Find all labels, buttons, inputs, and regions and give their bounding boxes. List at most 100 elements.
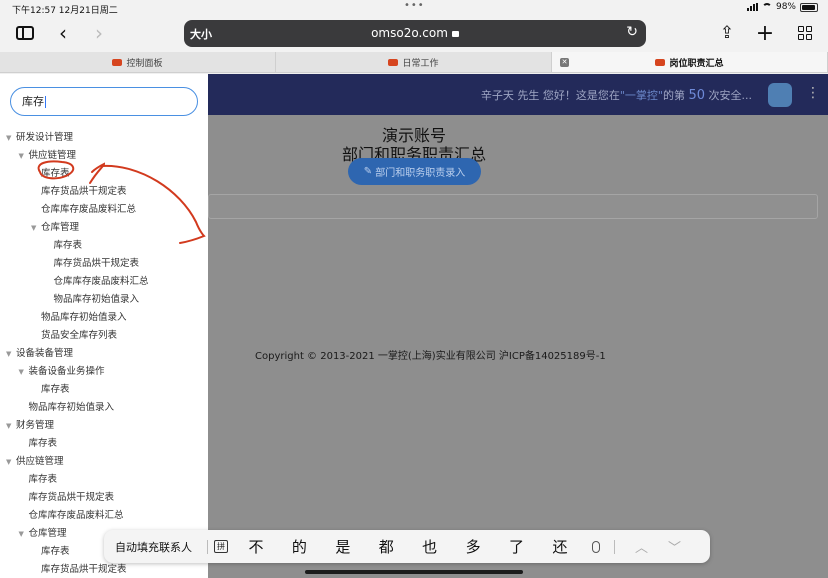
tree-node-label: 仓库库存废品废料汇总 [53, 276, 149, 287]
tree-node-label: 库存表 [28, 438, 58, 449]
tree-node[interactable]: 库存表 [0, 165, 208, 183]
caret-down-icon[interactable]: ▼ [19, 363, 29, 381]
tree-node[interactable]: 库存货品烘干规定表 [0, 489, 208, 507]
tree-node-label: 货品安全库存列表 [41, 330, 118, 341]
caret-down-icon[interactable]: ▼ [6, 129, 16, 147]
url-display[interactable]: omso2o.com [184, 26, 646, 40]
tree-node[interactable]: 物品库存初始值录入 [0, 399, 208, 417]
copyright-text: Copyright © 2013-2021 一掌控(上海)实业有限公司 沪ICP… [255, 351, 606, 362]
tree-node[interactable]: ▼ 研发设计管理 [0, 129, 208, 147]
ime-candidate[interactable]: 都 [368, 536, 404, 557]
back-button[interactable]: ‹ [52, 21, 74, 45]
tree-node[interactable]: 仓库库存废品废料汇总 [0, 273, 208, 291]
tree-node-label: 装备设备业务操作 [28, 366, 105, 377]
menu-tree: ▼ 研发设计管理 ▼ 供应链管理 库存表 库存货品烘干规定表 仓库库存废品废料汇总 ▼ 仓库管理… [0, 129, 208, 578]
caret-down-icon[interactable]: ▼ [6, 453, 16, 471]
candidate-list: 不的是都也多了还 [238, 536, 578, 557]
welcome-message: 辛子天 先生 您好！这是您在"一掌控"的第 50 次安全... [480, 88, 752, 103]
login-count: 50 [688, 88, 705, 103]
tree-node-label: 库存表 [28, 474, 58, 485]
ime-candidate[interactable]: 不 [238, 536, 274, 557]
tree-node[interactable]: 物品库存初始值录入 [0, 291, 208, 309]
caret-down-icon[interactable]: ▼ [6, 345, 16, 363]
forward-button[interactable]: › [88, 21, 110, 45]
tree-node[interactable]: 货品安全库存列表 [0, 327, 208, 345]
status-time: 下午12:57 12月21日周二 [12, 6, 118, 16]
tree-node[interactable]: 库存货品烘干规定表 [0, 183, 208, 201]
divider [207, 539, 208, 554]
autofill-contact-button[interactable]: 自动填充联系人 [115, 539, 207, 555]
tree-node-label: 库存表 [41, 168, 70, 179]
battery-percent: 98% [775, 2, 796, 12]
tree-node[interactable]: 仓库库存废品废料汇总 [0, 507, 208, 525]
content-search-field[interactable] [208, 194, 818, 219]
tree-node-label: 财务管理 [16, 420, 55, 431]
caret-down-icon[interactable]: ▼ [19, 147, 29, 165]
tree-node[interactable]: 仓库库存废品废料汇总 [0, 201, 208, 219]
status-indicators: 98% [746, 2, 818, 12]
tree-node[interactable]: 库存表 [0, 471, 208, 489]
tree-node[interactable]: ▼ 设备装备管理 [0, 345, 208, 363]
caret-down-icon[interactable]: ▼ [31, 219, 41, 237]
tree-node-label: 库存货品烘干规定表 [53, 258, 140, 269]
tree-node[interactable]: ▼ 供应链管理 [0, 147, 208, 165]
sidebar-search-input[interactable]: 库存 [10, 87, 198, 116]
ime-candidate[interactable]: 是 [325, 536, 361, 557]
more-menu-icon[interactable]: ⋮ [806, 85, 820, 101]
chevron-down-icon[interactable]: ﹀ [668, 537, 681, 556]
tab-control-panel[interactable]: 控制面板 [0, 52, 276, 72]
pinyin-toggle[interactable]: 拼 [214, 540, 228, 553]
battery-icon [800, 2, 818, 12]
tree-node-label: 供应链管理 [16, 456, 64, 467]
tree-node[interactable]: ▼ 仓库管理 [0, 219, 208, 237]
tree-node-label: 库存表 [53, 240, 83, 251]
tab-job-duties[interactable]: ✕ 岗位职责汇总 [552, 52, 828, 72]
tree-node[interactable]: 库存货品烘干规定表 [0, 255, 208, 273]
tab-strip: 控制面板 日常工作 ✕ 岗位职责汇总 [0, 52, 828, 73]
tab-overview-icon[interactable] [794, 23, 816, 43]
tree-node-label: 库存货品烘干规定表 [41, 564, 127, 575]
ime-candidate[interactable]: 多 [455, 536, 491, 557]
caret-down-icon[interactable]: ▼ [19, 525, 29, 543]
caret-down-icon[interactable]: ▼ [6, 417, 16, 435]
tab-daily-work[interactable]: 日常工作 [276, 52, 552, 72]
status-bar: 下午12:57 12月21日周二 ••• 98% [0, 0, 828, 16]
tree-node[interactable]: 库存表 [0, 237, 208, 255]
reload-icon[interactable]: ↻ [626, 24, 638, 40]
duty-entry-button[interactable]: ✎ 部门和职务职责录入 [348, 158, 481, 185]
ime-candidate[interactable]: 了 [499, 536, 535, 557]
ime-candidate[interactable]: 还 [542, 536, 578, 557]
new-tab-icon[interactable]: + [754, 21, 776, 46]
ime-candidate[interactable]: 也 [412, 536, 448, 557]
divider [614, 539, 615, 554]
sidebar-panel: 库存 ▼ 研发设计管理 ▼ 供应链管理 库存表 库存货品烘干规定表 仓库库存废品废料汇总 ▼ 仓… [0, 74, 208, 578]
ime-candidate[interactable]: 的 [281, 536, 317, 557]
share-icon[interactable]: ⇪ [716, 23, 738, 43]
site-favicon-icon [388, 58, 399, 66]
tree-node-label: 供应链管理 [28, 150, 77, 161]
wifi-icon [761, 3, 772, 11]
address-bar[interactable]: 大小 omso2o.com ↻ [184, 20, 646, 47]
multitask-dots-icon[interactable]: ••• [404, 0, 425, 11]
tree-node-label: 库存表 [41, 384, 70, 395]
tree-node[interactable]: 库存表 [0, 381, 208, 399]
home-indicator[interactable] [305, 570, 523, 574]
tree-node[interactable]: 物品库存初始值录入 [0, 309, 208, 327]
site-favicon-icon [112, 58, 123, 66]
keyboard-accessory-bar: 自动填充联系人 拼 不的是都也多了还 ︿ ﹀ [104, 530, 710, 563]
tree-node-label: 物品库存初始值录入 [53, 294, 140, 305]
tree-node[interactable]: ▼ 供应链管理 [0, 453, 208, 471]
sidebar-toggle-icon[interactable] [14, 23, 36, 43]
cellular-signal-icon [746, 3, 758, 11]
tree-node-label: 库存表 [41, 546, 70, 557]
edit-icon: ✎ [363, 166, 376, 177]
microphone-icon[interactable] [592, 540, 600, 553]
site-favicon-icon [655, 58, 666, 66]
avatar[interactable] [768, 83, 792, 107]
tree-node[interactable]: 库存表 [0, 435, 208, 453]
tree-node[interactable]: ▼ 装备设备业务操作 [0, 363, 208, 381]
tree-node[interactable]: ▼ 财务管理 [0, 417, 208, 435]
chevron-up-icon[interactable]: ︿ [635, 537, 648, 556]
close-tab-icon[interactable]: ✕ [560, 58, 569, 67]
tree-node[interactable]: 库存货品烘干规定表 [0, 561, 208, 578]
